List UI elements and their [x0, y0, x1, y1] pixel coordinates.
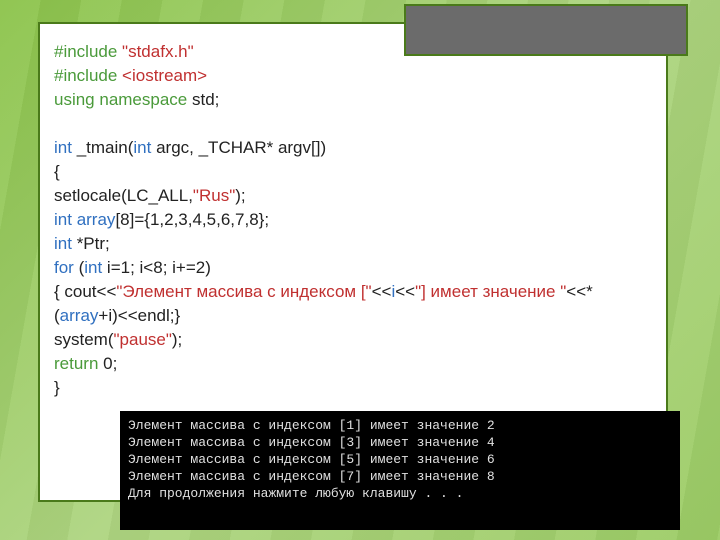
code-text: } — [54, 378, 60, 397]
code-text: ( — [74, 258, 84, 277]
code-text: ); — [172, 330, 182, 349]
code-text: << — [372, 282, 392, 301]
code-line — [54, 112, 652, 136]
code-block: #include "stdafx.h" #include <iostream> … — [54, 40, 652, 400]
string-literal: "] имеет значение " — [415, 282, 566, 301]
code-line: int _tmain(int argc, _TCHAR* argv[]) — [54, 136, 652, 160]
string-literal: "stdafx.h" — [117, 42, 193, 61]
console-output: Элемент массива с индексом [1] имеет зна… — [120, 411, 680, 530]
code-line: int array[8]={1,2,3,4,5,6,7,8}; — [54, 208, 652, 232]
code-text: { cout<< — [54, 282, 116, 301]
code-text: { — [54, 162, 60, 181]
code-line: return 0; — [54, 352, 652, 376]
code-line: { — [54, 160, 652, 184]
code-text: _tmain( — [72, 138, 133, 157]
code-text: [8]={1,2,3,4,5,6,7,8}; — [115, 210, 269, 229]
console-line: Элемент массива с индексом [1] имеет зна… — [128, 417, 672, 434]
type-keyword: int — [54, 210, 72, 229]
code-text: system( — [54, 330, 114, 349]
string-literal: "pause" — [114, 330, 172, 349]
console-line: Элемент массива с индексом [5] имеет зна… — [128, 451, 672, 468]
console-line: Элемент массива с индексом [3] имеет зна… — [128, 434, 672, 451]
type-keyword: int — [133, 138, 151, 157]
code-text: argc, _TCHAR* argv[]) — [151, 138, 326, 157]
code-text: setlocale(LC_ALL, — [54, 186, 193, 205]
keyword: #include — [54, 42, 117, 61]
code-text: std; — [187, 90, 219, 109]
string-literal: "Элемент массива с индексом [" — [116, 282, 371, 301]
code-line: using namespace std; — [54, 88, 652, 112]
code-text: *Ptr; — [72, 234, 110, 253]
type-keyword: int — [84, 258, 102, 277]
code-line: for (int i=1; i<8; i+=2) — [54, 256, 652, 280]
code-line: setlocale(LC_ALL,"Rus"); — [54, 184, 652, 208]
code-text: i=1; i<8; i+=2) — [102, 258, 211, 277]
string-literal: <iostream> — [117, 66, 207, 85]
code-line: system("pause"); — [54, 328, 652, 352]
identifier: array — [72, 210, 115, 229]
keyword: #include — [54, 66, 117, 85]
code-text: << — [395, 282, 415, 301]
code-line: #include <iostream> — [54, 64, 652, 88]
code-line: int *Ptr; — [54, 232, 652, 256]
keyword: return — [54, 354, 98, 373]
keyword: using namespace — [54, 90, 187, 109]
code-line: } — [54, 376, 652, 400]
type-keyword: int — [54, 234, 72, 253]
type-keyword: int — [54, 138, 72, 157]
code-text: 0; — [98, 354, 117, 373]
code-line: #include "stdafx.h" — [54, 40, 652, 64]
console-line: Для продолжения нажмите любую клавишу . … — [128, 485, 672, 502]
code-text: ); — [235, 186, 245, 205]
string-literal: "Rus" — [193, 186, 235, 205]
console-line: Элемент массива с индексом [7] имеет зна… — [128, 468, 672, 485]
keyword: for — [54, 258, 74, 277]
code-text: +i)<<endl;} — [98, 306, 180, 325]
identifier: array — [60, 306, 99, 325]
code-line: { cout<<"Элемент массива с индексом ["<<… — [54, 280, 652, 328]
